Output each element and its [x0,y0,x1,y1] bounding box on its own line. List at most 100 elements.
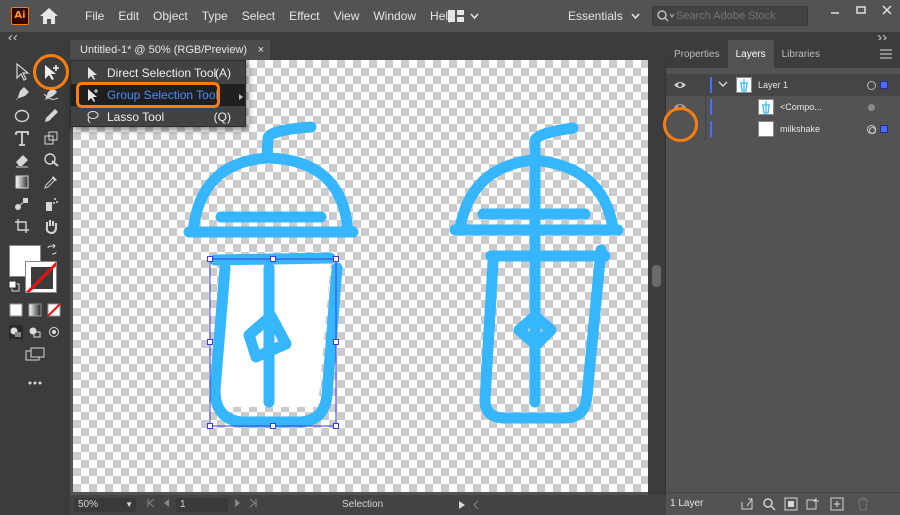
search-input[interactable] [676,10,804,22]
status-bar: 50% ▼ 1 Selection [70,495,666,515]
expand-layer-button[interactable] [718,79,728,91]
layer-row-layer-1[interactable]: Layer 1 [666,74,900,96]
lock-toggle[interactable] [690,96,706,118]
minimize-button[interactable] [822,0,848,20]
restore-icon [856,6,866,14]
type-tool[interactable] [11,127,33,149]
pencil-tool[interactable] [40,105,62,127]
group-selection-tool[interactable] [40,61,62,83]
stock-search-field[interactable] [652,6,808,26]
ellipse-tool[interactable] [11,105,33,127]
curvature-tool[interactable] [40,83,62,105]
zoom-field[interactable]: 50% ▼ [74,498,136,512]
trash-icon [858,497,868,511]
direct-selection-icon [88,67,97,80]
layer-thumbnail [758,121,774,137]
draw-inside-button[interactable] [43,321,65,343]
workspace-switcher[interactable]: Essentials [568,0,640,32]
change-screen-mode-button[interactable] [24,343,46,365]
target-icon[interactable] [867,125,876,134]
close-tab-button[interactable]: × [258,40,264,60]
create-sublayer-button[interactable] [806,497,820,511]
locate-object-button[interactable] [762,497,776,511]
menu-view[interactable]: View [327,0,367,32]
direct-selection-tool-item[interactable]: Direct Selection Tool (A) [71,62,245,84]
milkshake-cup[interactable] [449,122,624,424]
swap-colors-button[interactable] [46,243,58,259]
selection-tool[interactable] [11,61,33,83]
hand-tool-icon [45,220,57,234]
export-icon [741,498,753,510]
target-icon[interactable] [868,104,875,111]
eyedropper-tool-icon [44,176,57,189]
layer-row-milkshake[interactable]: milkshake [666,118,900,140]
play-icon [459,501,465,509]
stroke-swatch[interactable] [25,261,57,293]
pen-tool[interactable] [11,83,33,105]
restore-button[interactable] [848,0,874,20]
hand-tool[interactable] [40,215,62,237]
panel-menu-button[interactable] [880,48,892,59]
group-selection-tool-item[interactable]: Group Selection Tool [71,84,245,106]
puppet-warp-tool[interactable] [40,149,62,171]
selection-indicator[interactable] [880,81,888,89]
rotate-tool[interactable] [40,127,62,149]
target-icon[interactable] [867,81,876,90]
previous-artboard-button[interactable] [162,498,172,510]
scroll-thumb[interactable] [652,265,661,287]
tearoff-arrow[interactable] [238,90,244,104]
menu-edit[interactable]: Edit [111,0,146,32]
layer-color-strip [710,99,712,115]
visibility-toggle[interactable] [670,96,690,118]
last-artboard-button[interactable] [248,498,258,510]
lock-toggle[interactable] [690,74,706,96]
arrange-documents-button[interactable] [447,8,483,24]
edit-toolbar-button[interactable] [24,372,46,394]
selection-indicator[interactable] [880,125,888,133]
eyedropper-tool[interactable] [40,171,62,193]
make-clipping-mask-button[interactable] [784,497,798,511]
menu-file[interactable]: File [78,0,111,32]
next-artboard-button[interactable] [232,498,242,510]
rotate-tool-icon [44,131,58,145]
delete-layer-button[interactable] [856,497,870,511]
blend-tool[interactable] [11,193,33,215]
layers-panel: Properties Layers Libraries Layer 1 <Com… [666,40,900,515]
status-menu-button[interactable] [458,495,466,515]
artboard-number-field[interactable]: 1 [176,498,228,512]
layer-name: Layer 1 [758,80,789,90]
horizontal-scroll-left[interactable] [472,495,480,515]
eraser-tool[interactable] [11,149,33,171]
visibility-toggle[interactable] [670,118,690,140]
layer-thumbnail [758,99,774,115]
gradient-tool-icon [15,175,29,189]
lasso-tool-item[interactable]: Lasso Tool (Q) [71,106,245,128]
lock-toggle[interactable] [690,118,706,140]
artboard-tool[interactable] [11,215,33,237]
home-button[interactable] [38,6,60,26]
layer-row-compound-path[interactable]: <Compo... [666,96,900,118]
tab-properties[interactable]: Properties [666,40,728,68]
menu-window[interactable]: Window [366,0,423,32]
milkshake-cup-selected[interactable] [183,121,359,428]
export-layer-button[interactable] [740,497,754,511]
status-current-tool[interactable]: Selection [342,495,383,515]
symbol-sprayer-tool[interactable] [40,193,62,215]
menu-select[interactable]: Select [235,0,282,32]
create-layer-button[interactable] [830,497,844,511]
tab-libraries[interactable]: Libraries [774,40,828,68]
none-mode-button[interactable] [43,299,65,321]
first-artboard-button[interactable] [146,498,156,510]
gradient-tool[interactable] [11,171,33,193]
close-window-button[interactable] [874,0,900,20]
menu-object[interactable]: Object [146,0,195,32]
hamburger-icon [880,49,892,59]
document-tab[interactable]: Untitled-1* @ 50% (RGB/Preview) × [70,40,270,60]
tab-layers[interactable]: Layers [727,40,774,68]
chevron-right-icon [239,94,243,100]
visibility-toggle[interactable] [670,74,690,96]
default-colors-button[interactable] [8,280,20,295]
menu-effect[interactable]: Effect [282,0,326,32]
menu-type[interactable]: Type [195,0,235,32]
vertical-scrollbar[interactable] [648,60,665,495]
